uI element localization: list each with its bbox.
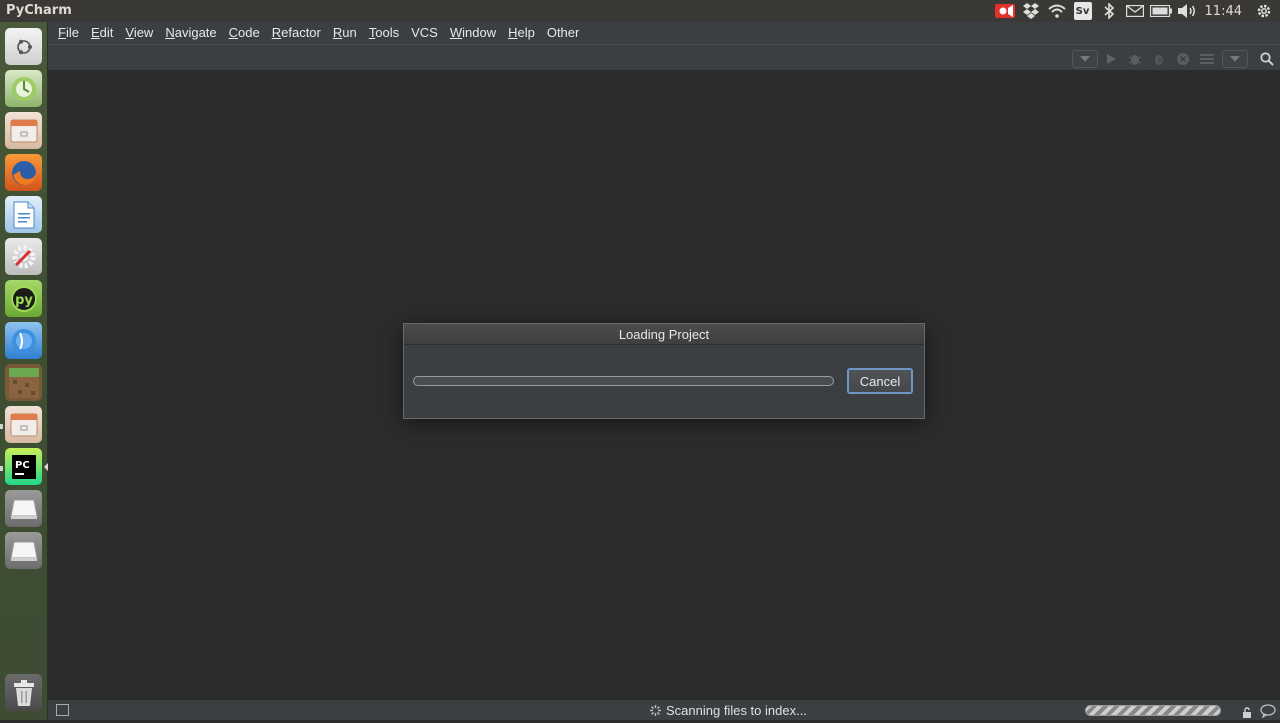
list-icon[interactable]: [1196, 48, 1218, 70]
stop-icon[interactable]: [1172, 48, 1194, 70]
menu-tools[interactable]: Tools: [363, 22, 405, 44]
loading-progress-bar: [413, 376, 834, 386]
system-tray: Sv 11:44: [991, 0, 1280, 22]
ubuntu-dash-icon[interactable]: [5, 28, 42, 65]
bluetooth-icon[interactable]: [1097, 0, 1121, 22]
keyboard-layout-label: Sv: [1073, 2, 1092, 20]
dialog-title: Loading Project: [618, 326, 710, 342]
loading-project-dialog: Loading Project Cancel: [403, 323, 925, 419]
search-icon[interactable]: [1256, 48, 1278, 70]
spinner-icon: [650, 701, 661, 720]
battery-icon[interactable]: [1149, 0, 1173, 22]
menu-navigate[interactable]: Navigate: [159, 22, 222, 44]
run-config-dropdown[interactable]: [1072, 49, 1098, 68]
libreoffice-writer-icon[interactable]: [5, 196, 42, 233]
svg-text:PC: PC: [15, 460, 30, 471]
debug-icon[interactable]: [1124, 48, 1146, 70]
top-panel: PyCharm Sv 11:44: [0, 0, 1280, 22]
tool-windows-toggle-icon[interactable]: [56, 704, 69, 716]
trash-icon[interactable]: [5, 674, 42, 711]
drive-icon-2[interactable]: [5, 532, 42, 569]
run-icon[interactable]: [1100, 48, 1122, 70]
coverage-icon[interactable]: [1148, 48, 1170, 70]
clock[interactable]: 11:44: [1205, 4, 1242, 19]
menu-help[interactable]: Help: [502, 22, 541, 44]
svg-text:py: py: [15, 293, 33, 308]
menu-other[interactable]: Other: [541, 22, 586, 44]
dialog-titlebar[interactable]: Loading Project: [404, 324, 924, 345]
volume-icon[interactable]: [1175, 0, 1199, 22]
menu-code[interactable]: Code: [223, 22, 266, 44]
menu-file[interactable]: File: [52, 22, 85, 44]
menu-run[interactable]: Run: [327, 22, 363, 44]
menu-refactor[interactable]: Refactor: [266, 22, 327, 44]
files-icon-2[interactable]: [5, 406, 42, 443]
menu-bar: File Edit View Navigate Code Refactor Ru…: [48, 22, 1280, 44]
menu-vcs[interactable]: VCS: [405, 22, 444, 44]
pycharm-edu-icon[interactable]: py: [5, 280, 42, 317]
unity-launcher: py PC: [0, 22, 48, 720]
toolbar: [48, 44, 1280, 71]
screen-recorder-icon[interactable]: [993, 0, 1017, 22]
running-indicator-active: [0, 466, 3, 471]
system-update-icon[interactable]: [5, 70, 42, 107]
files-icon[interactable]: [5, 112, 42, 149]
menu-edit[interactable]: Edit: [85, 22, 119, 44]
indexing-progress-bar[interactable]: [1085, 705, 1221, 716]
system-settings-icon[interactable]: [5, 238, 42, 275]
software-center-icon[interactable]: [5, 322, 42, 359]
status-message: Scanning files to index...: [650, 700, 807, 721]
gear-icon[interactable]: [1252, 0, 1276, 22]
event-log-icon[interactable]: [1260, 703, 1276, 722]
firefox-icon[interactable]: [5, 154, 42, 191]
toolbar-icons: [1068, 45, 1280, 72]
wifi-icon[interactable]: [1045, 0, 1069, 22]
cancel-button[interactable]: Cancel: [847, 368, 913, 394]
menu-window[interactable]: Window: [444, 22, 502, 44]
running-indicator: [0, 424, 3, 429]
dropbox-icon[interactable]: [1019, 0, 1043, 22]
keyboard-layout-indicator[interactable]: Sv: [1071, 0, 1095, 22]
mail-icon[interactable]: [1123, 0, 1147, 22]
status-bar: Scanning files to index...: [48, 699, 1280, 720]
status-text: Scanning files to index...: [666, 703, 807, 718]
minecraft-icon[interactable]: [5, 364, 42, 401]
drive-icon-1[interactable]: [5, 490, 42, 527]
lock-icon[interactable]: [1242, 704, 1252, 723]
menu-view[interactable]: View: [119, 22, 159, 44]
vcs-dropdown[interactable]: [1222, 49, 1248, 68]
pycharm-icon[interactable]: PC: [5, 448, 42, 485]
app-title: PyCharm: [6, 3, 72, 18]
